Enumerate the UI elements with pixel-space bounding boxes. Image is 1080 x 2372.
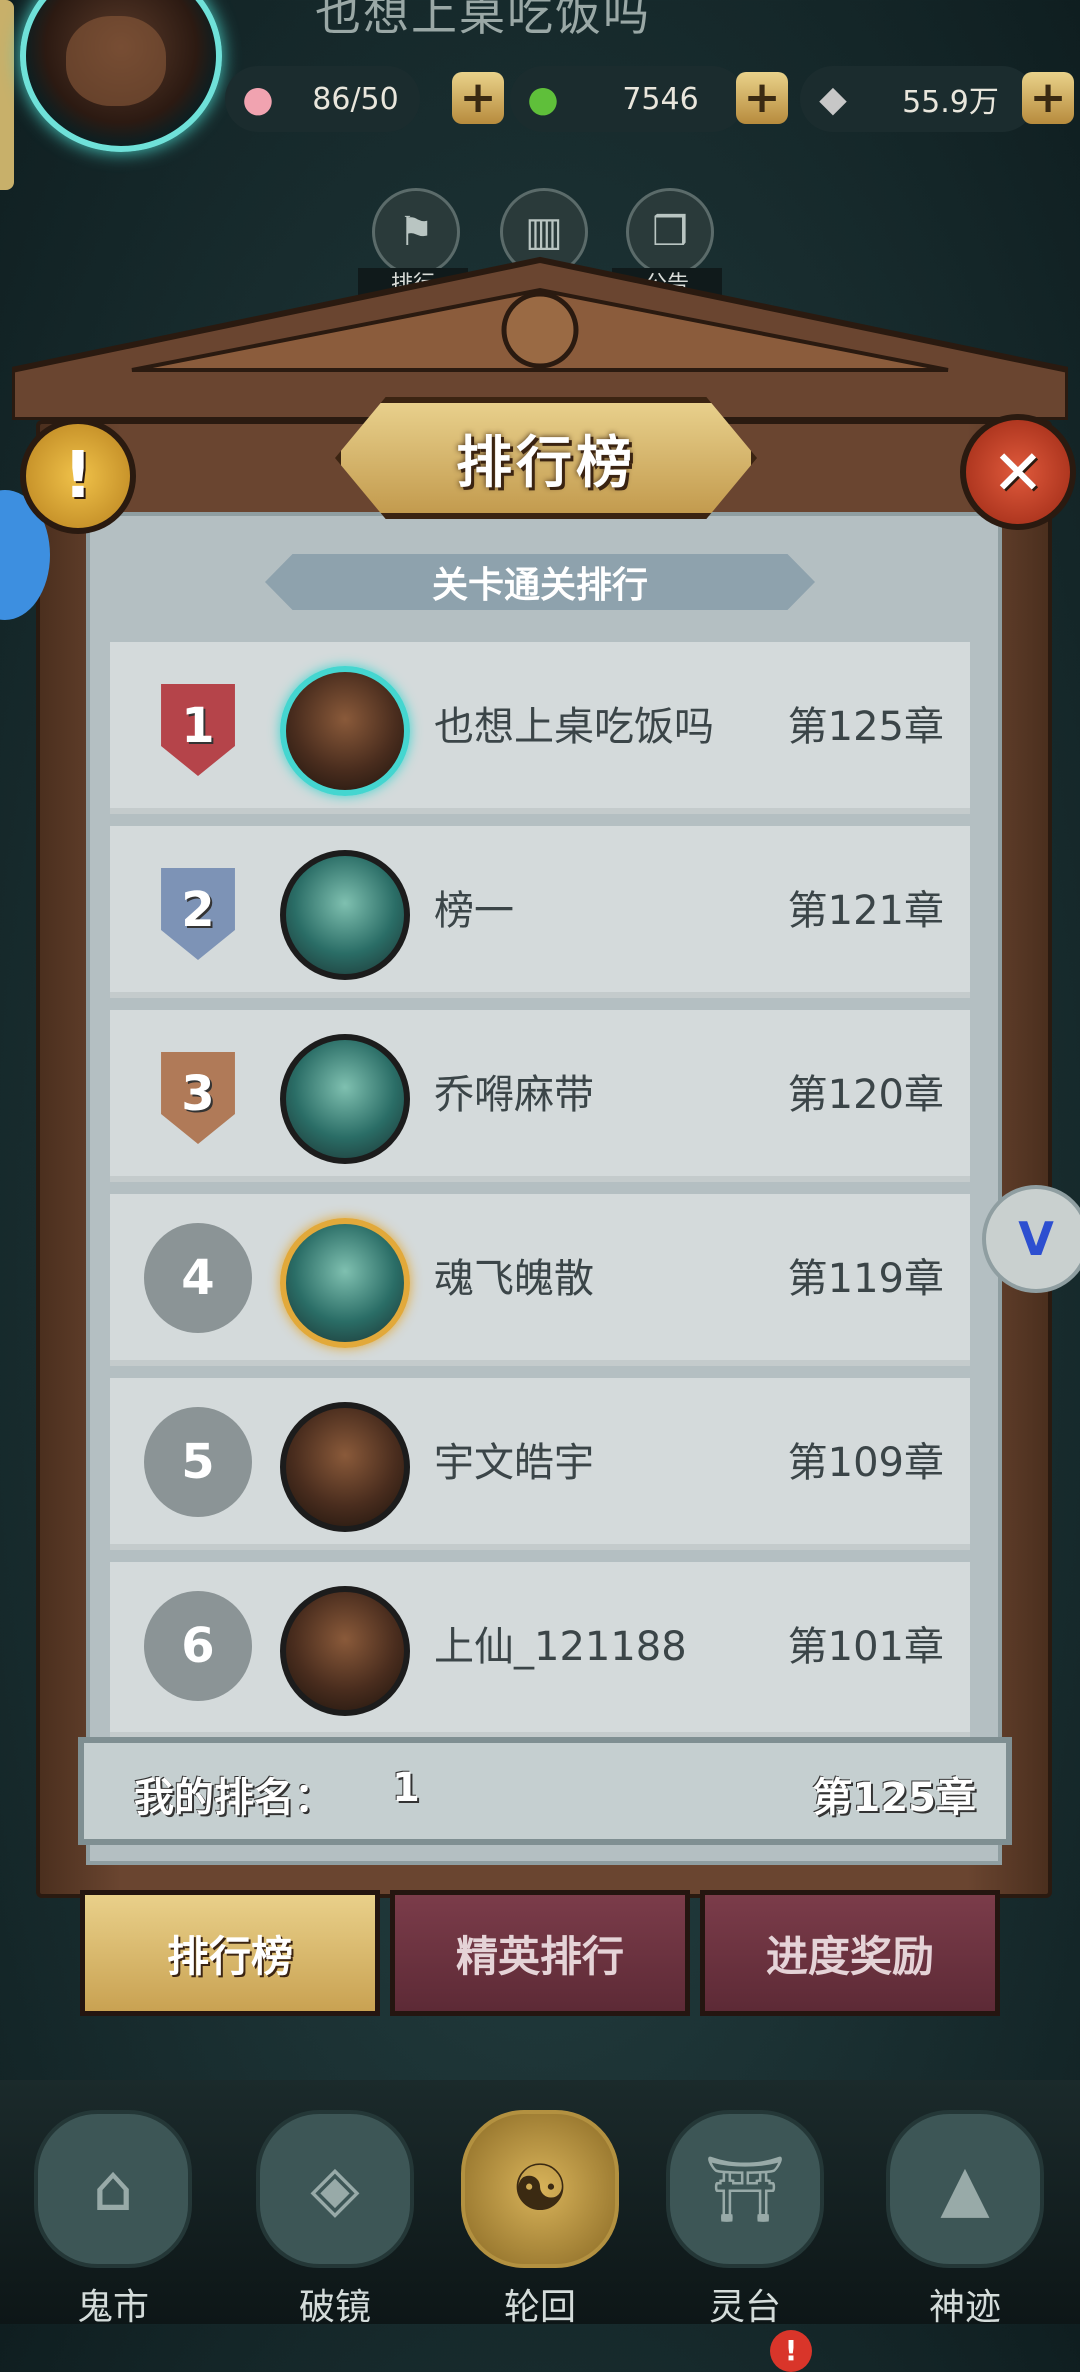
chapter-progress: 第109章	[787, 1440, 944, 1486]
coin-value: 55.9万	[902, 85, 999, 120]
rank-number: 4	[144, 1223, 252, 1333]
close-icon: ✕	[992, 435, 1044, 509]
chapter-progress: 第120章	[787, 1072, 944, 1118]
player-avatar[interactable]	[280, 850, 410, 980]
ranking-row[interactable]: 4 魂飞魄散 第119章	[110, 1194, 970, 1366]
coin-icon: ◆	[819, 78, 847, 120]
player-name: 也想上桌吃饭吗	[434, 704, 714, 750]
nav-miracle[interactable]: ▲ 神迹	[880, 2110, 1050, 2328]
ranking-row[interactable]: 1 也想上桌吃饭吗 第125章	[110, 642, 970, 814]
tab-progress-rewards[interactable]: 进度奖励	[700, 1890, 1000, 2016]
nav-spirit-terrace[interactable]: ⛩ 灵台 !	[660, 2110, 830, 2372]
rank-badge-gold: 1	[144, 672, 252, 780]
chapter-progress: 第101章	[787, 1624, 944, 1670]
nav-label: 鬼市	[76, 2287, 149, 2328]
jade-dragon-icon: ●	[527, 78, 559, 120]
rank-number: 3	[161, 1052, 235, 1144]
rank-number: 2	[161, 868, 235, 960]
rank-badge-bronze: 3	[144, 1040, 252, 1148]
jade-resource: ● 7546	[510, 66, 745, 132]
nav-label: 破镜	[298, 2287, 371, 2328]
broken-mirror-icon: ◈	[256, 2110, 414, 2268]
panel-title: 排行榜	[456, 430, 636, 496]
player-avatar[interactable]	[280, 1218, 410, 1348]
tab-elite-ranking[interactable]: 精英排行	[390, 1890, 690, 2016]
rank-number: 6	[144, 1591, 252, 1701]
player-name: 榜一	[434, 888, 514, 934]
player-avatar[interactable]	[280, 1402, 410, 1532]
player-name: 乔嘚麻带	[434, 1072, 594, 1118]
add-jade-button[interactable]: +	[736, 72, 788, 124]
ranking-subtitle: 关卡通关排行	[265, 554, 815, 610]
peach-icon: ●	[242, 78, 274, 120]
ranking-row[interactable]: 3 乔嘚麻带 第120章	[110, 1010, 970, 1182]
peach-resource: ● 86/50	[225, 66, 420, 132]
panel-title-plate: 排行榜	[335, 397, 757, 519]
info-icon: !	[63, 439, 93, 513]
mountain-icon: ▲	[886, 2110, 1044, 2268]
my-rank-label: 我的排名：	[134, 1775, 334, 1821]
player-avatar[interactable]	[280, 666, 410, 796]
floating-v-button[interactable]: V	[982, 1185, 1080, 1293]
player-name: 宇文皓宇	[434, 1440, 594, 1486]
info-button[interactable]: !	[20, 418, 136, 534]
close-button[interactable]: ✕	[960, 414, 1076, 530]
rank-number: 1	[161, 684, 235, 776]
ranking-row[interactable]: 2 榜一 第121章	[110, 826, 970, 998]
market-icon: ⌂	[34, 2110, 192, 2268]
yin-yang-icon: ☯	[461, 2110, 619, 2268]
nav-market[interactable]: ⌂ 鬼市	[28, 2110, 198, 2328]
rank-badge-silver: 2	[144, 856, 252, 964]
chapter-progress: 第125章	[787, 704, 944, 750]
jade-value: 7546	[622, 81, 699, 117]
board-roof	[12, 256, 1068, 420]
my-rank-chapter: 第125章	[812, 1775, 977, 1821]
my-rank-bar: 我的排名： 1 第125章	[78, 1737, 1012, 1845]
ranking-row[interactable]: 6 上仙_121188 第101章	[110, 1562, 970, 1738]
chapter-progress: 第121章	[787, 888, 944, 934]
rank-badge: 5	[144, 1407, 252, 1517]
nav-label: 轮回	[503, 2287, 576, 2328]
left-frame-edge	[0, 0, 14, 190]
tab-leaderboard[interactable]: 排行榜	[80, 1890, 380, 2016]
rank-badge: 4	[144, 1223, 252, 1333]
nav-broken-mirror[interactable]: ◈ 破镜	[250, 2110, 420, 2328]
nav-label: 神迹	[928, 2287, 1001, 2328]
rank-badge: 6	[144, 1591, 252, 1701]
player-name: 魂飞魄散	[434, 1256, 594, 1302]
add-peach-button[interactable]: +	[452, 72, 504, 124]
ranking-row[interactable]: 5 宇文皓宇 第109章	[110, 1378, 970, 1550]
add-coin-button[interactable]: +	[1022, 72, 1074, 124]
nav-label: 灵台	[708, 2287, 781, 2328]
chapter-progress: 第119章	[787, 1256, 944, 1302]
player-avatar[interactable]	[20, 0, 222, 152]
rank-number: 5	[144, 1407, 252, 1517]
pavilion-icon: ⛩	[666, 2110, 824, 2268]
player-avatar[interactable]	[280, 1586, 410, 1716]
my-rank-value: 1	[392, 1765, 420, 1811]
peach-value: 86/50	[312, 81, 399, 117]
player-name: 也想上桌吃饭吗	[315, 0, 651, 41]
coin-resource: ◆ 55.9万	[800, 66, 1035, 132]
player-name: 上仙_121188	[434, 1624, 687, 1670]
v-badge-icon: V	[1018, 1212, 1054, 1266]
player-avatar[interactable]	[280, 1034, 410, 1164]
nav-reincarnation[interactable]: ☯ 轮回	[455, 2110, 625, 2328]
notification-badge: !	[770, 2330, 812, 2372]
